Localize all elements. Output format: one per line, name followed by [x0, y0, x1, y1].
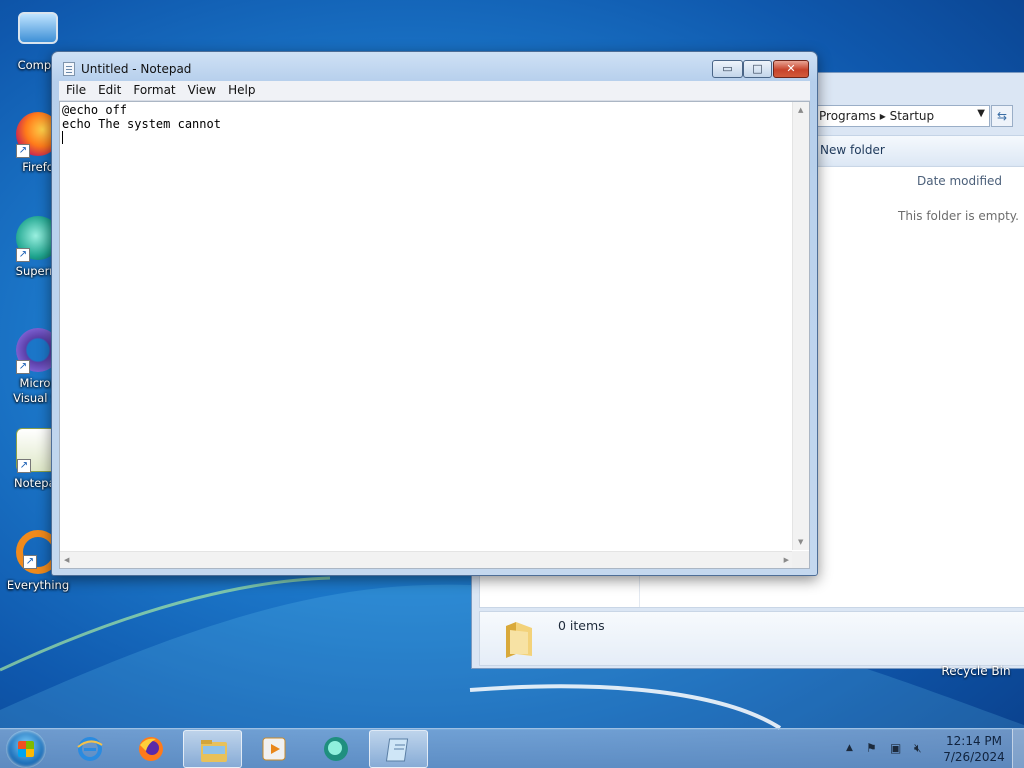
taskbar-notepad[interactable]: [369, 730, 428, 768]
text-editor[interactable]: @echo off echo The system cannot ▲ ▼ ◀ ▶: [59, 101, 810, 569]
breadcrumb-programs[interactable]: Programs: [819, 109, 876, 123]
desktop-icon-recycle-bin[interactable]: Recycle Bin: [940, 664, 1012, 678]
menu-bar: File Edit Format View Help: [59, 81, 810, 101]
scroll-left-icon[interactable]: ◀: [64, 556, 69, 564]
firefox-icon: [139, 737, 163, 761]
scroll-right-icon[interactable]: ▶: [784, 556, 789, 564]
show-desktop-button[interactable]: [1012, 729, 1024, 768]
breadcrumb-startup[interactable]: Startup: [890, 109, 935, 123]
maximize-button[interactable]: □: [743, 60, 772, 78]
menu-view[interactable]: View: [182, 81, 222, 100]
shortcut-arrow-icon: ↗: [17, 459, 31, 473]
volume-muted-icon[interactable]: 🔇︎: [914, 741, 922, 756]
address-dropdown-icon[interactable]: ▼: [977, 108, 985, 119]
refresh-button[interactable]: ⇆: [991, 105, 1013, 127]
scroll-up-icon[interactable]: ▲: [798, 106, 803, 114]
recycle-bin-label: Recycle Bin: [941, 664, 1011, 678]
size-grip[interactable]: [792, 551, 809, 568]
shortcut-arrow-icon: ↗: [16, 248, 30, 262]
media-player-icon: [262, 737, 286, 761]
shortcut-arrow-icon: ↗: [16, 144, 30, 158]
menu-edit[interactable]: Edit: [92, 81, 127, 100]
supermium-icon: [324, 737, 348, 761]
network-icon[interactable]: ▣: [890, 741, 901, 755]
computer-icon: [18, 12, 58, 44]
menu-file[interactable]: File: [59, 81, 92, 100]
clock-time: 12:14 PM: [946, 734, 1002, 748]
menu-help[interactable]: Help: [222, 81, 261, 100]
minimize-icon: ▭: [722, 62, 733, 75]
desktop-icon-label: Everything: [6, 578, 70, 592]
address-bar[interactable]: Programs ▸ Startup ▼: [814, 105, 990, 127]
notepad-app-icon[interactable]: [63, 62, 75, 76]
text-line: @echo off: [62, 103, 128, 117]
notepad-window[interactable]: Untitled - Notepad ▭ □ ✕ File Edit Format V…: [51, 51, 818, 576]
internet-explorer-icon: [77, 737, 103, 761]
notepad-titlebar[interactable]: Untitled - Notepad ▭ □ ✕: [52, 52, 817, 82]
column-header-date-modified[interactable]: Date modified: [917, 174, 1002, 188]
maximize-icon: □: [752, 62, 763, 75]
breadcrumb-separator-icon: ▸: [879, 109, 886, 123]
taskbar-supermium[interactable]: [306, 730, 365, 768]
text-line: echo The system cannot: [62, 116, 221, 131]
text-content[interactable]: @echo off echo The system cannot: [62, 103, 790, 550]
minimize-button[interactable]: ▭: [712, 60, 743, 78]
vertical-scrollbar[interactable]: ▲ ▼: [792, 102, 809, 550]
item-count: 0 items: [558, 618, 605, 633]
empty-folder-message: This folder is empty.: [898, 209, 1019, 223]
file-explorer-icon: [201, 740, 227, 762]
shortcut-arrow-icon: ↗: [23, 555, 37, 569]
show-hidden-icons-icon[interactable]: ▲: [846, 743, 853, 753]
shortcut-arrow-icon: ↗: [16, 360, 30, 374]
taskbar-clock[interactable]: 12:14 PM 7/26/2024: [942, 733, 1006, 765]
action-center-flag-icon[interactable]: ⚑: [866, 741, 877, 755]
notepad-icon: [385, 738, 409, 762]
taskbar-firefox[interactable]: [121, 730, 180, 768]
close-button[interactable]: ✕: [773, 60, 809, 78]
folder-icon: [506, 622, 532, 658]
text-caret: [62, 131, 63, 144]
clock-date: 7/26/2024: [943, 750, 1005, 764]
explorer-details-pane: 0 items: [479, 611, 1024, 666]
new-folder-button[interactable]: New folder: [820, 143, 885, 157]
taskbar: ▲ ⚑ ▣ 🔇︎ 12:14 PM 7/26/2024: [0, 728, 1024, 768]
taskbar-internet-explorer[interactable]: [60, 730, 119, 768]
menu-format[interactable]: Format: [127, 81, 181, 100]
close-icon: ✕: [786, 62, 796, 75]
taskbar-file-explorer[interactable]: [183, 730, 242, 768]
taskbar-media-player[interactable]: [244, 730, 303, 768]
start-button[interactable]: [6, 730, 46, 768]
text-cursor-line: [62, 131, 790, 145]
scroll-down-icon[interactable]: ▼: [798, 538, 803, 546]
horizontal-scrollbar[interactable]: ◀ ▶: [60, 551, 793, 568]
window-title: Untitled - Notepad: [81, 62, 192, 76]
